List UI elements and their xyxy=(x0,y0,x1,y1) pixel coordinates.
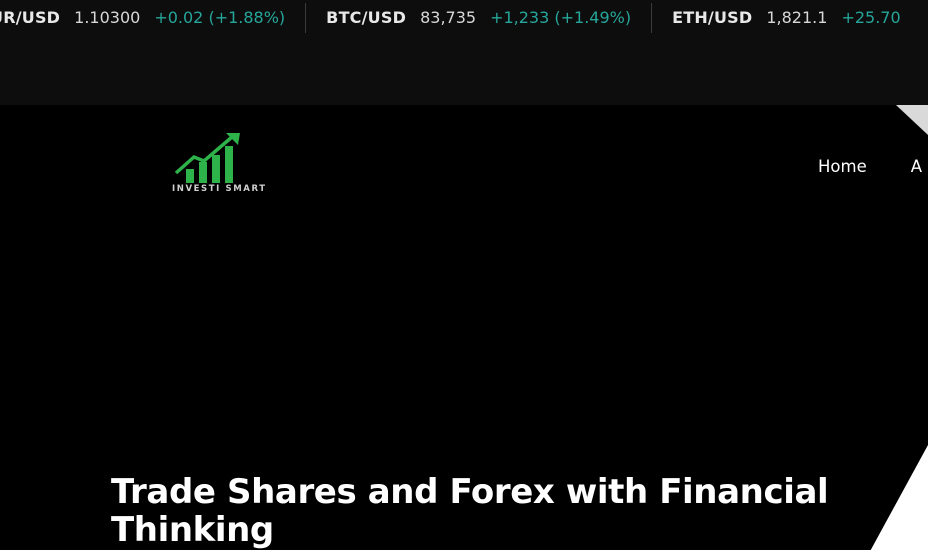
ticker-price: 1,821.1 xyxy=(766,8,828,27)
site-header: INVESTI SMART Home A Trade Shares and Fo… xyxy=(0,105,928,550)
hero-title: Trade Shares and Forex with Financial Th… xyxy=(111,472,829,550)
ticker-change: +1,233 (+1.49%) xyxy=(490,8,632,27)
ticker-symbol: ETH/USD xyxy=(672,8,753,27)
nav-item-partial[interactable]: A xyxy=(911,157,922,176)
rising-bar-chart-arrow-icon xyxy=(174,133,240,183)
ticker-symbol: BTC/USD xyxy=(326,8,407,27)
ticker-symbol: UR/USD xyxy=(0,8,61,27)
page: UR/USD 1.10300 +0.02 (+1.88%) BTC/USD 83… xyxy=(0,0,928,550)
ticker-price: 83,735 xyxy=(420,8,477,27)
logo-wordmark: INVESTI SMART xyxy=(172,184,267,194)
corner-decoration xyxy=(896,105,928,135)
ticker-item-eurusd[interactable]: UR/USD 1.10300 +0.02 (+1.88%) xyxy=(0,0,305,36)
ticker-price: 1.10300 xyxy=(74,8,141,27)
nav-item-home[interactable]: Home xyxy=(818,157,867,176)
ticker-track: UR/USD 1.10300 +0.02 (+1.88%) BTC/USD 83… xyxy=(0,0,921,36)
hero-slant-decoration xyxy=(870,445,928,550)
site-logo[interactable]: INVESTI SMART xyxy=(170,131,280,199)
ticker-change: +25.70 xyxy=(841,8,901,27)
main-nav: Home A xyxy=(818,157,922,176)
ticker-item-ethusd[interactable]: ETH/USD 1,821.1 +25.70 xyxy=(652,0,921,36)
ticker-change: +0.02 (+1.88%) xyxy=(154,8,286,27)
ticker-item-btcusd[interactable]: BTC/USD 83,735 +1,233 (+1.49%) xyxy=(306,0,651,36)
price-ticker: UR/USD 1.10300 +0.02 (+1.88%) BTC/USD 83… xyxy=(0,0,928,105)
